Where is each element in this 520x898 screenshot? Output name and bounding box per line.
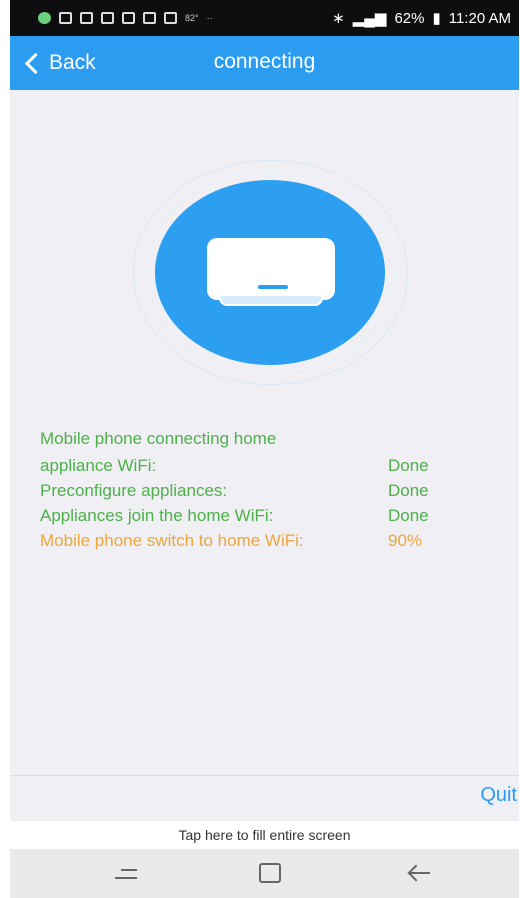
step-label: appliance WiFi: (40, 456, 157, 475)
facebook-notification-icon (101, 12, 114, 24)
ac-display-slot (258, 285, 288, 289)
step-label: Appliances join the home WiFi: (40, 506, 274, 525)
system-nav-bar (10, 849, 519, 898)
home-icon[interactable] (259, 863, 281, 883)
bluetooth-icon: ∗ (332, 10, 345, 27)
connection-steps: Mobile phone connecting home appliance W… (40, 425, 500, 553)
step-label: Mobile phone switch to home WiFi: (40, 531, 304, 550)
signal-icon: ▂▄▆ (352, 10, 387, 27)
step-progress: 90% (388, 531, 423, 550)
step-row-active: Mobile phone switch to home WiFi: 90% (40, 528, 500, 553)
quit-button[interactable]: Quit (480, 784, 517, 807)
step-heading-text: Mobile phone connecting home (40, 429, 277, 448)
recent-apps-icon[interactable] (115, 863, 139, 883)
back-arrow-icon[interactable] (408, 863, 432, 883)
temperature-text: 82° (185, 13, 199, 23)
device-circle (155, 180, 385, 365)
notification-icons: 82° ·· (38, 12, 213, 24)
step-status: Done (388, 456, 429, 475)
step-row: Appliances join the home WiFi: Done (40, 503, 500, 528)
app-screen: 82° ·· ∗ ▂▄▆ 62% ▮ 11:20 AM Back connect… (10, 0, 519, 898)
step-row: appliance WiFi: Done (40, 453, 500, 478)
fill-screen-button[interactable]: Tap here to fill entire screen (10, 821, 519, 849)
status-bar: 82° ·· ∗ ▂▄▆ 62% ▮ 11:20 AM (10, 0, 519, 36)
page-title: connecting (213, 50, 316, 73)
nav-bar: Back connecting (10, 36, 519, 90)
wifi-notification-icon (143, 12, 156, 24)
step-status: Done (388, 481, 429, 500)
checkbox-notification-icon (59, 12, 72, 24)
battery-icon: ▮ (432, 10, 441, 27)
image-notification-icon (164, 12, 177, 24)
air-conditioner-icon (207, 238, 335, 306)
step-row: Preconfigure appliances: Done (40, 478, 500, 503)
more-notifications-icon: ·· (206, 13, 213, 23)
facebook-notification-icon-2 (122, 12, 135, 24)
step-label: Preconfigure appliances: (40, 481, 228, 500)
system-status: ∗ ▂▄▆ 62% ▮ 11:20 AM (332, 9, 511, 28)
chat-notification-icon (38, 12, 51, 24)
time-text: 11:20 AM (448, 9, 511, 27)
divider (10, 775, 519, 776)
step-status: Done (388, 506, 429, 525)
ac-vent (219, 294, 323, 306)
app-notification-icon (80, 12, 93, 24)
step-heading: Mobile phone connecting home (40, 425, 500, 453)
battery-text: 62% (394, 9, 425, 27)
